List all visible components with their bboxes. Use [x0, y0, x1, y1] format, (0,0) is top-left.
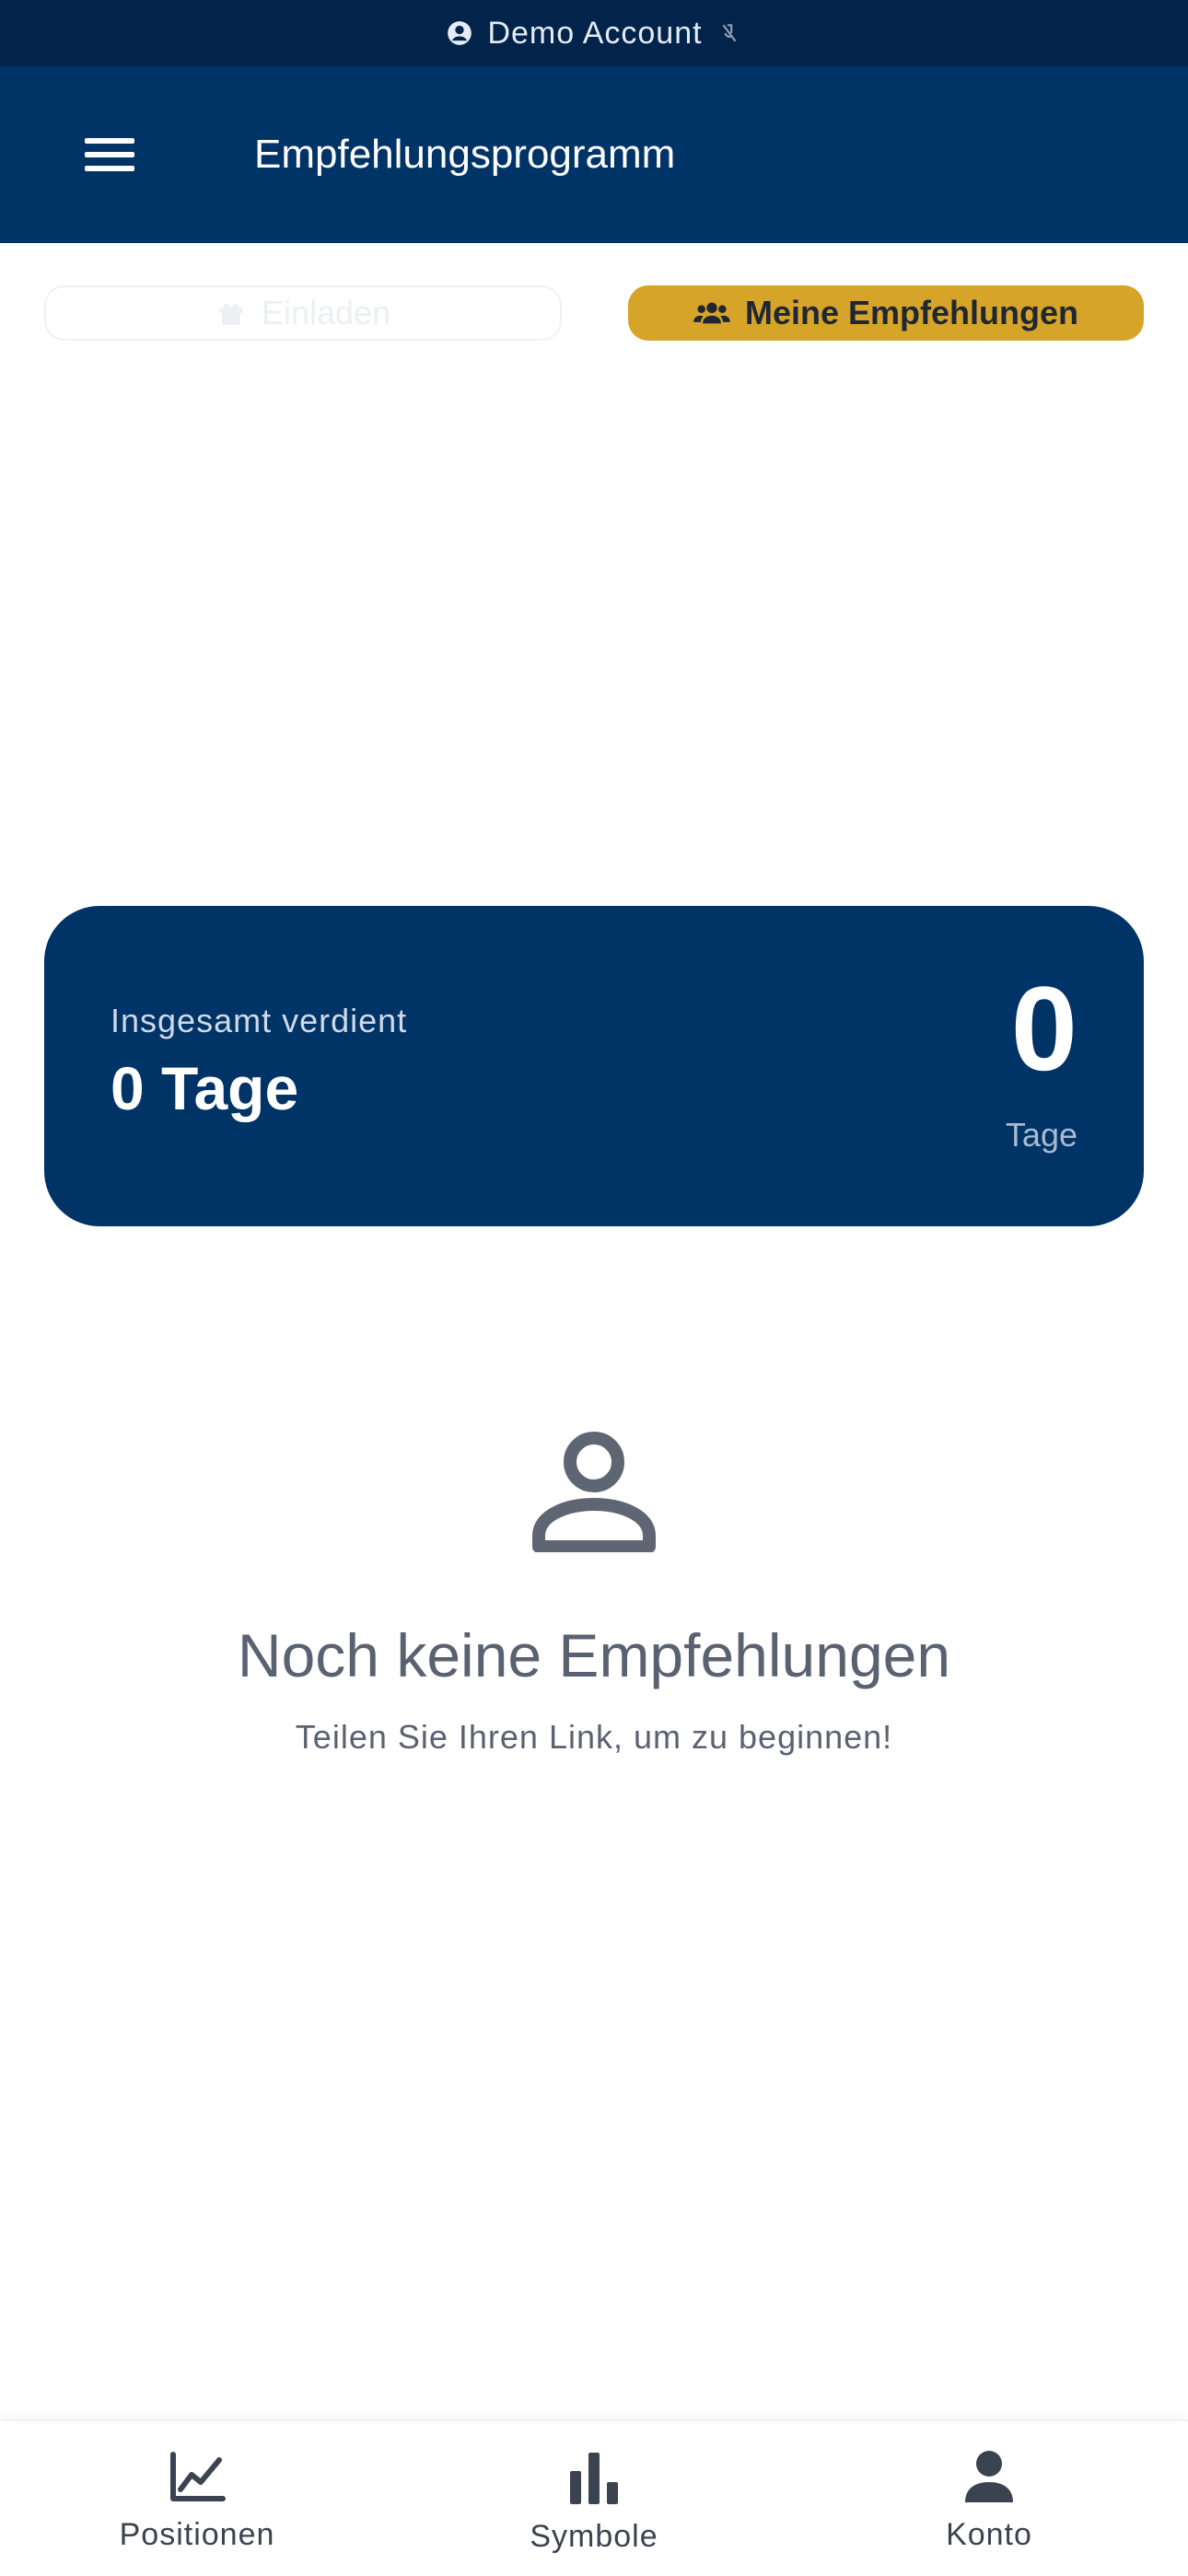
earnings-unit: Tage [1005, 1116, 1077, 1154]
page-title: Empfehlungsprogramm [254, 132, 676, 177]
line-chart-icon [170, 2452, 226, 2501]
tab-my-referrals[interactable]: Meine Empfehlungen [628, 285, 1144, 341]
bottom-nav: Positionen Symbole Konto [0, 2419, 1188, 2576]
hamburger-icon [85, 138, 134, 171]
app-header: Empfehlungsprogramm [0, 66, 1188, 243]
earnings-value: 0 Tage [111, 1054, 299, 1122]
nav-account-label: Konto [946, 2517, 1032, 2552]
muted-icon [717, 21, 741, 45]
bar-chart-icon [570, 2453, 618, 2504]
tab-my-referrals-label: Meine Empfehlungen [744, 294, 1079, 331]
tab-invite-label: Einladen [261, 294, 391, 331]
nav-symbols[interactable]: Symbole [456, 2449, 732, 2569]
nav-positions-label: Positionen [119, 2517, 275, 2552]
empty-state-title: Noch keine Empfehlungen [237, 1621, 951, 1689]
menu-button[interactable] [81, 131, 140, 179]
earnings-label: Insgesamt verdient [111, 1002, 408, 1039]
gift-icon [219, 303, 243, 325]
empty-state-subtitle: Teilen Sie Ihren Link, um zu beginnen! [295, 1718, 893, 1756]
status-bar: Demo Account [0, 0, 1188, 66]
empty-state: Noch keine Empfehlungen Teilen Sie Ihren… [0, 1427, 1188, 1757]
nav-symbols-label: Symbole [530, 2519, 658, 2554]
earnings-big-number: 0 [1010, 961, 1077, 1096]
tab-bar: Einladen Meine Empfehlungen [0, 285, 1188, 344]
earnings-card: Insgesamt verdient 0 Tage 0 Tage [44, 906, 1144, 1226]
person-icon [532, 1432, 656, 1552]
account-circle-icon [447, 20, 472, 46]
account-label: Demo Account [487, 15, 703, 51]
nav-positions[interactable]: Positionen [59, 2449, 335, 2569]
user-icon [965, 2451, 1013, 2502]
tab-invite[interactable]: Einladen [44, 285, 562, 341]
nav-account[interactable]: Konto [851, 2449, 1127, 2569]
users-icon [693, 302, 730, 324]
